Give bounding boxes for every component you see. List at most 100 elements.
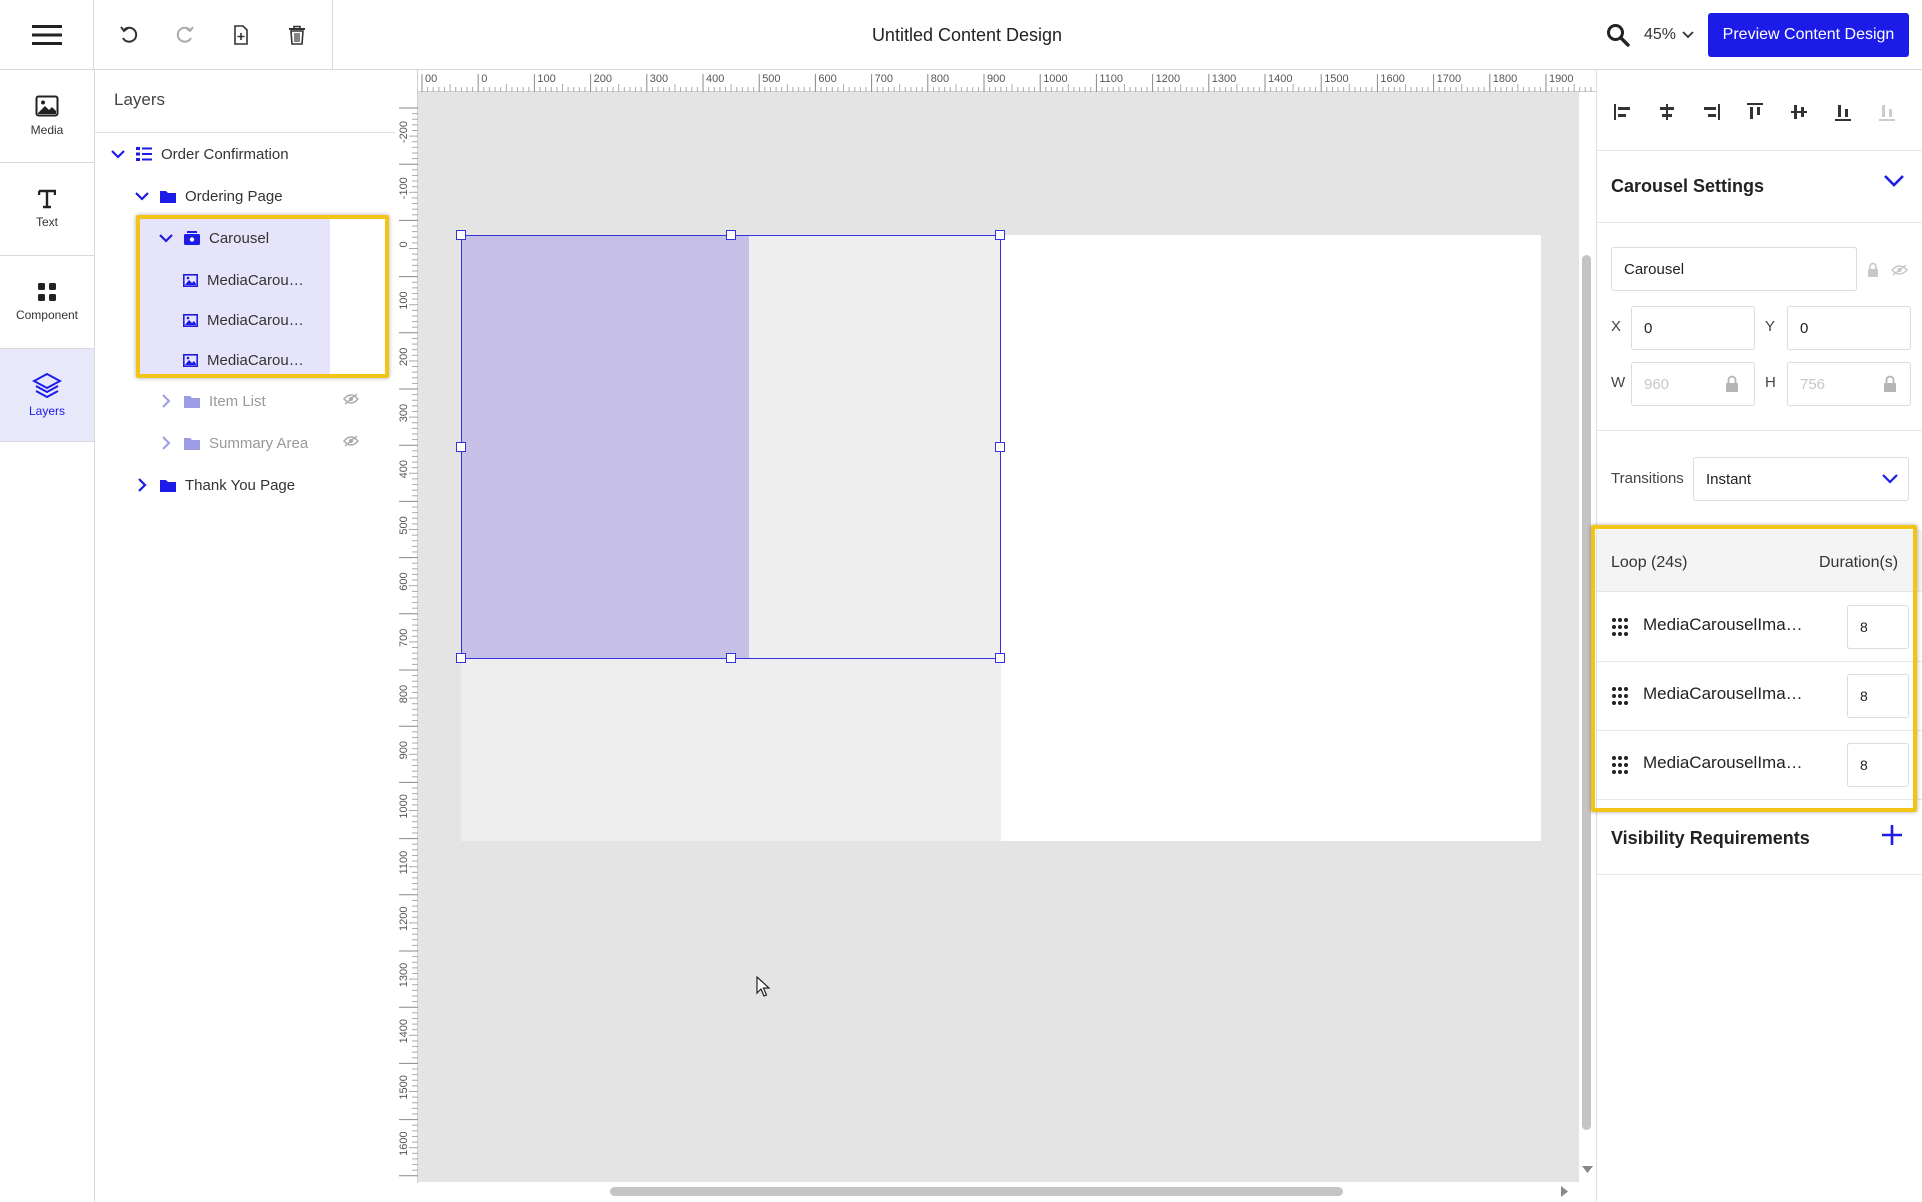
transitions-select[interactable]: Instant xyxy=(1693,457,1909,501)
resize-handle-right[interactable] xyxy=(995,442,1005,452)
carousel-icon xyxy=(183,231,201,245)
ruler-label: 1000 xyxy=(398,794,410,818)
folder-icon xyxy=(159,190,177,203)
delete-button[interactable] xyxy=(274,0,320,70)
layer-label: MediaCarou… xyxy=(207,351,304,369)
layer-order-confirmation[interactable]: Order Confirmation xyxy=(109,136,289,172)
lock-icon[interactable] xyxy=(1867,262,1879,277)
plus-icon xyxy=(1882,825,1902,845)
ruler-label: 1400 xyxy=(1268,73,1292,85)
eye-hidden-icon[interactable] xyxy=(343,392,359,410)
ruler-label: -100 xyxy=(398,177,410,199)
align-right-button[interactable] xyxy=(1697,98,1725,126)
loop-item-duration-input[interactable]: 8 xyxy=(1847,674,1909,718)
undo-button[interactable] xyxy=(106,0,152,70)
ruler-label: 900 xyxy=(398,741,410,759)
resize-handle-bottom-left[interactable] xyxy=(456,653,466,663)
ruler-label: 1900 xyxy=(1549,73,1573,85)
drag-handle-icon[interactable] xyxy=(1611,617,1629,637)
rail-item-media[interactable]: Media xyxy=(0,70,94,163)
layers-panel: Layers Order Confirmation Ordering Page … xyxy=(95,70,395,1202)
eye-hidden-icon[interactable] xyxy=(1891,264,1908,276)
resize-handle-top-left[interactable] xyxy=(456,230,466,240)
vertical-ruler-ticks: -200 -100 0 100 200 300 400 500 600 700 800 900 1000… xyxy=(398,107,418,1202)
zoom-search-button[interactable] xyxy=(1598,0,1638,70)
ruler-label: 00 xyxy=(425,73,437,85)
ruler-label: 1000 xyxy=(1043,73,1067,85)
layer-media-carousel-image[interactable]: MediaCarou… xyxy=(181,302,304,338)
ruler-label: 800 xyxy=(398,685,410,703)
zoom-level: 45% xyxy=(1643,26,1677,43)
ruler-label: 1200 xyxy=(398,907,410,931)
loop-item[interactable]: MediaCarouselIma… 8 xyxy=(1597,593,1922,662)
resize-handle-top[interactable] xyxy=(726,230,736,240)
redo-button[interactable] xyxy=(162,0,208,70)
loop-item-duration-input[interactable]: 8 xyxy=(1847,743,1909,787)
layer-thank-you-page[interactable]: Thank You Page xyxy=(133,467,295,503)
rail-item-layers[interactable]: Layers xyxy=(0,349,94,442)
hamburger-menu-button[interactable] xyxy=(0,0,94,70)
align-top-icon xyxy=(1747,103,1763,119)
chevron-down-icon xyxy=(1882,474,1898,484)
loop-total-label: Loop (24s) xyxy=(1611,554,1688,571)
add-page-button[interactable] xyxy=(218,0,264,70)
loop-item[interactable]: MediaCarouselIma… 8 xyxy=(1597,662,1922,731)
rail-item-component[interactable]: Component xyxy=(0,256,94,349)
align-top-button[interactable] xyxy=(1741,98,1769,126)
chevron-right-icon[interactable] xyxy=(133,478,151,492)
chevron-down-icon[interactable] xyxy=(157,233,175,243)
resize-handle-bottom[interactable] xyxy=(726,653,736,663)
ruler-label: 1300 xyxy=(1212,73,1236,85)
left-tool-rail: Media Text Component Layers xyxy=(0,70,95,1202)
ruler-label: 800 xyxy=(931,73,949,85)
scroll-down-arrow-icon[interactable] xyxy=(1582,1166,1593,1174)
loop-item-duration-input[interactable]: 8 xyxy=(1847,605,1909,649)
layer-media-carousel-image[interactable]: MediaCarou… xyxy=(181,262,304,298)
design-canvas[interactable] xyxy=(418,92,1579,1182)
layer-ordering-page[interactable]: Ordering Page xyxy=(133,178,283,214)
ruler-label: 1700 xyxy=(1437,73,1461,85)
layer-carousel[interactable]: Carousel xyxy=(157,220,269,256)
chevron-down-icon[interactable] xyxy=(133,191,151,201)
rail-item-label: Text xyxy=(35,215,58,229)
align-center-horizontal-button[interactable] xyxy=(1653,98,1681,126)
align-left-button[interactable] xyxy=(1609,98,1637,126)
preview-content-design-button[interactable]: Preview Content Design xyxy=(1708,13,1909,57)
scroll-right-arrow-icon[interactable] xyxy=(1561,1186,1569,1197)
ruler-label: -200 xyxy=(398,121,410,143)
collapse-settings-button[interactable] xyxy=(1883,174,1905,193)
ruler-label: 700 xyxy=(875,73,893,85)
drag-handle-icon[interactable] xyxy=(1611,686,1629,706)
chevron-right-icon[interactable] xyxy=(157,436,175,450)
horizontal-scrollbar-thumb[interactable] xyxy=(610,1187,1343,1196)
undo-icon xyxy=(120,26,138,43)
resize-handle-top-right[interactable] xyxy=(995,230,1005,240)
ruler-label: 300 xyxy=(398,404,410,422)
align-bottom-icon xyxy=(1835,105,1851,121)
add-visibility-requirement-button[interactable] xyxy=(1881,824,1903,851)
distribute-button[interactable] xyxy=(1873,98,1901,126)
ruler-label: 200 xyxy=(398,348,410,366)
resize-handle-left[interactable] xyxy=(456,442,466,452)
drag-handle-icon[interactable] xyxy=(1611,755,1629,775)
align-bottom-button[interactable] xyxy=(1829,98,1857,126)
add-page-icon xyxy=(234,25,248,45)
ruler-label: 400 xyxy=(398,460,410,478)
chevron-down-icon[interactable] xyxy=(109,149,127,159)
eye-hidden-icon[interactable] xyxy=(343,434,359,452)
vertical-scrollbar-thumb[interactable] xyxy=(1582,255,1591,1130)
loop-item[interactable]: MediaCarouselIma… 8 xyxy=(1597,731,1922,800)
rail-item-text[interactable]: Text xyxy=(0,163,94,256)
element-name-input[interactable]: Carousel xyxy=(1611,247,1857,291)
lock-icon xyxy=(1884,375,1896,392)
visibility-requirements-title: Visibility Requirements xyxy=(1611,828,1810,848)
resize-handle-bottom-right[interactable] xyxy=(995,653,1005,663)
align-middle-vertical-button[interactable] xyxy=(1785,98,1813,126)
selection-box[interactable] xyxy=(456,230,1005,663)
zoom-dropdown[interactable]: 45% xyxy=(1636,0,1702,70)
y-position-input[interactable]: 0 xyxy=(1787,306,1911,350)
x-position-input[interactable]: 0 xyxy=(1631,306,1755,350)
layer-media-carousel-image[interactable]: MediaCarou… xyxy=(181,342,304,378)
loop-item-name: MediaCarouselIma… xyxy=(1643,753,1803,772)
chevron-right-icon[interactable] xyxy=(157,394,175,408)
